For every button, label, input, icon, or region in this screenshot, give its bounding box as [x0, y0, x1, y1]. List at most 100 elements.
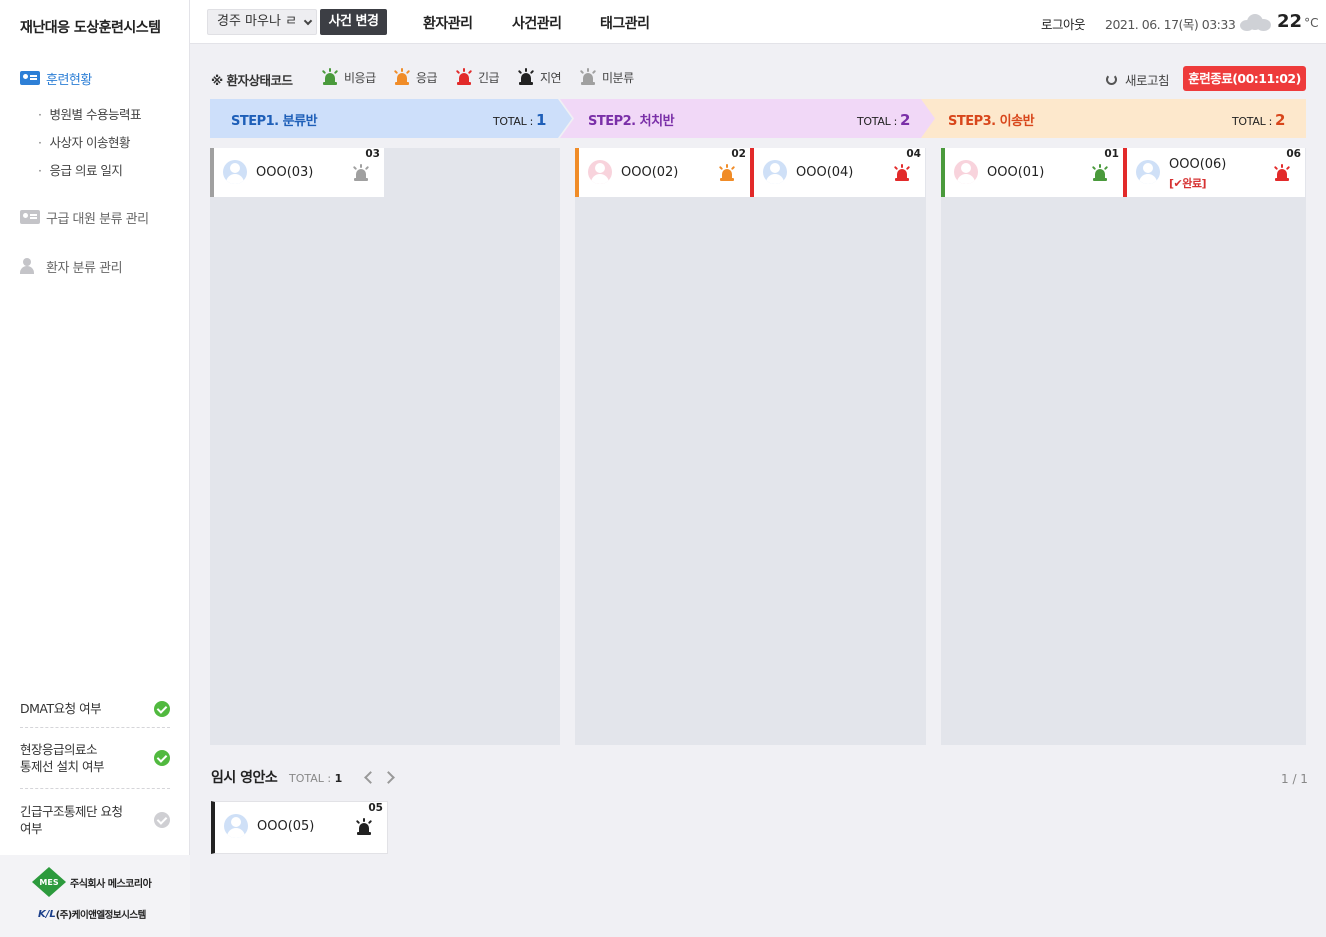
status-checklist: DMAT요청 여부 현장응급의료소 통제선 설치 여부 긴급구조통제단 요청 여부 — [20, 690, 170, 850]
patient-card[interactable]: 02 OOO(02) — [575, 148, 750, 197]
logout-link[interactable]: 로그아웃 — [1041, 14, 1086, 33]
next-page-icon[interactable] — [382, 771, 395, 784]
legend-item: 긴급 — [455, 68, 500, 86]
id-card-icon — [20, 210, 40, 224]
siren-icon — [517, 68, 535, 86]
patient-name: OOO(03) — [256, 165, 314, 180]
legend-label: 미분류 — [602, 70, 634, 85]
incident-select[interactable]: 경주 마우나 ㄹ — [207, 9, 317, 35]
patient-number: 03 — [365, 148, 380, 160]
nav-patient[interactable]: 환자관리 — [423, 13, 473, 33]
check-label: DMAT요청 여부 — [20, 701, 102, 716]
siren-icon — [718, 164, 736, 182]
check-circle-icon — [154, 700, 170, 717]
current-datetime: 2021. 06. 17(목) 03:33 — [1105, 17, 1236, 32]
avatar-icon — [954, 160, 978, 184]
siren-icon — [455, 68, 473, 86]
patient-card[interactable]: 05 OOO(05) — [211, 801, 388, 854]
avatar-icon — [588, 160, 612, 184]
legend-label: 긴급 — [478, 70, 500, 85]
siren-icon — [321, 68, 339, 86]
nav-incident[interactable]: 사건관리 — [512, 13, 562, 33]
nav-label: 환자 분류 관리 — [46, 260, 123, 276]
refresh-button[interactable]: 새로고침 — [1106, 70, 1170, 89]
step-title: STEP1. 분류반 — [231, 114, 318, 129]
patient-card[interactable]: 06 OOO(06) [✔완료] — [1123, 148, 1305, 197]
check-dmat-request: DMAT요청 여부 — [20, 690, 170, 728]
step-header: STEP2. 처치반 TOTAL :2 — [560, 99, 935, 138]
end-training-button[interactable]: 훈련종료(00:11:02) — [1183, 66, 1306, 91]
step-column: 03 OOO(03) — [210, 148, 560, 745]
chevron-down-icon — [303, 16, 313, 26]
siren-icon — [393, 68, 411, 86]
step-column: 02 OOO(02) 04 OOO(04) — [575, 148, 926, 745]
step-total: TOTAL :2 — [1232, 111, 1286, 129]
step-total: TOTAL :1 — [493, 111, 547, 129]
prev-page-icon[interactable] — [364, 771, 377, 784]
patient-card[interactable]: 04 OOO(04) — [750, 148, 925, 197]
completed-badge: [✔완료] — [1169, 177, 1207, 190]
avatar-icon — [223, 160, 247, 184]
siren-icon — [1273, 164, 1291, 182]
nav-tag[interactable]: 태그관리 — [600, 13, 650, 33]
avatar-icon — [1136, 160, 1160, 184]
patient-number: 04 — [906, 148, 921, 160]
submenu-hospital-capacity[interactable]: 병원별 수용능력표 — [38, 104, 141, 123]
user-add-icon — [20, 258, 40, 274]
refresh-icon — [1106, 74, 1117, 85]
nav-rescuer-management[interactable]: 구급 대원 분류 관리 — [20, 207, 180, 227]
app-title: 재난대응 도상훈련시스템 — [20, 20, 161, 36]
patient-name: OOO(04) — [796, 165, 854, 180]
nav-label: 훈련현황 — [46, 72, 92, 88]
check-label: 현장응급의료소 통제선 설치 여부 — [20, 742, 104, 774]
avatar-icon — [224, 814, 248, 838]
siren-icon — [352, 164, 370, 182]
check-field-clinic: 현장응급의료소 통제선 설치 여부 — [20, 728, 170, 789]
patient-name: OOO(01) — [987, 165, 1045, 180]
nav-training-status[interactable]: 훈련현황 — [20, 68, 180, 88]
nav-patient-management[interactable]: 환자 분류 관리 — [20, 256, 180, 276]
status-legend-title: ※ 환자상태코드 — [211, 73, 293, 88]
check-label: 긴급구조통제단 요청 여부 — [20, 803, 123, 836]
temporary-morgue-title: 임시 영안소 — [211, 770, 278, 786]
knl-logo: K/L (주)케이앤엘정보시스템 — [38, 908, 146, 922]
patient-number: 02 — [731, 148, 746, 160]
avatar-icon — [763, 160, 787, 184]
legend-item: 지연 — [517, 68, 562, 86]
siren-icon — [1091, 164, 1109, 182]
patient-name: OOO(02) — [621, 165, 679, 180]
siren-icon — [579, 68, 597, 86]
patient-card[interactable]: 03 OOO(03) — [210, 148, 384, 197]
patient-number: 05 — [368, 802, 383, 814]
legend-label: 비응급 — [344, 70, 376, 85]
step-title: STEP3. 이송반 — [948, 114, 1035, 129]
step-header: STEP3. 이송반 TOTAL :2 — [920, 99, 1306, 138]
patient-name: OOO(06) — [1169, 157, 1227, 172]
siren-icon — [893, 164, 911, 182]
check-circle-icon — [154, 750, 170, 766]
mes-korea-logo: MES 주식회사 메스코리아 — [32, 867, 152, 897]
change-incident-button[interactable]: 사건 변경 — [320, 9, 387, 35]
id-card-icon — [20, 71, 40, 85]
legend-label: 지연 — [540, 70, 562, 85]
legend-item: 응급 — [393, 68, 438, 86]
page-indicator: 1 / 1 — [1281, 772, 1308, 786]
patient-card[interactable]: 01 OOO(01) — [941, 148, 1123, 197]
check-rescue-command: 긴급구조통제단 요청 여부 — [20, 789, 170, 850]
submenu-casualty-transfer[interactable]: 사상자 이송현황 — [38, 132, 130, 151]
patient-number: 01 — [1104, 148, 1119, 160]
temporary-total: TOTAL : 1 — [289, 772, 343, 785]
company-logos: MES 주식회사 메스코리아 K/L (주)케이앤엘정보시스템 — [0, 855, 190, 937]
siren-icon — [355, 818, 373, 836]
cloud-icon — [1238, 12, 1272, 32]
sidebar: 재난대응 도상훈련시스템 훈련현황 병원별 수용능력표 사상자 이송현황 응급 … — [0, 0, 190, 937]
patient-number: 06 — [1286, 148, 1301, 160]
top-bar: 경주 마우나 ㄹ 사건 변경 환자관리 사건관리 태그관리 로그아웃 2021.… — [190, 0, 1326, 44]
step-title: STEP2. 처치반 — [588, 114, 675, 129]
step-header: STEP1. 분류반 TOTAL :1 — [210, 99, 572, 138]
check-circle-icon — [154, 811, 170, 828]
patient-name: OOO(05) — [257, 819, 315, 834]
submenu-emergency-log[interactable]: 응급 의료 일지 — [38, 160, 122, 179]
legend-label: 응급 — [416, 70, 438, 85]
temperature: 22 °C — [1277, 11, 1319, 32]
